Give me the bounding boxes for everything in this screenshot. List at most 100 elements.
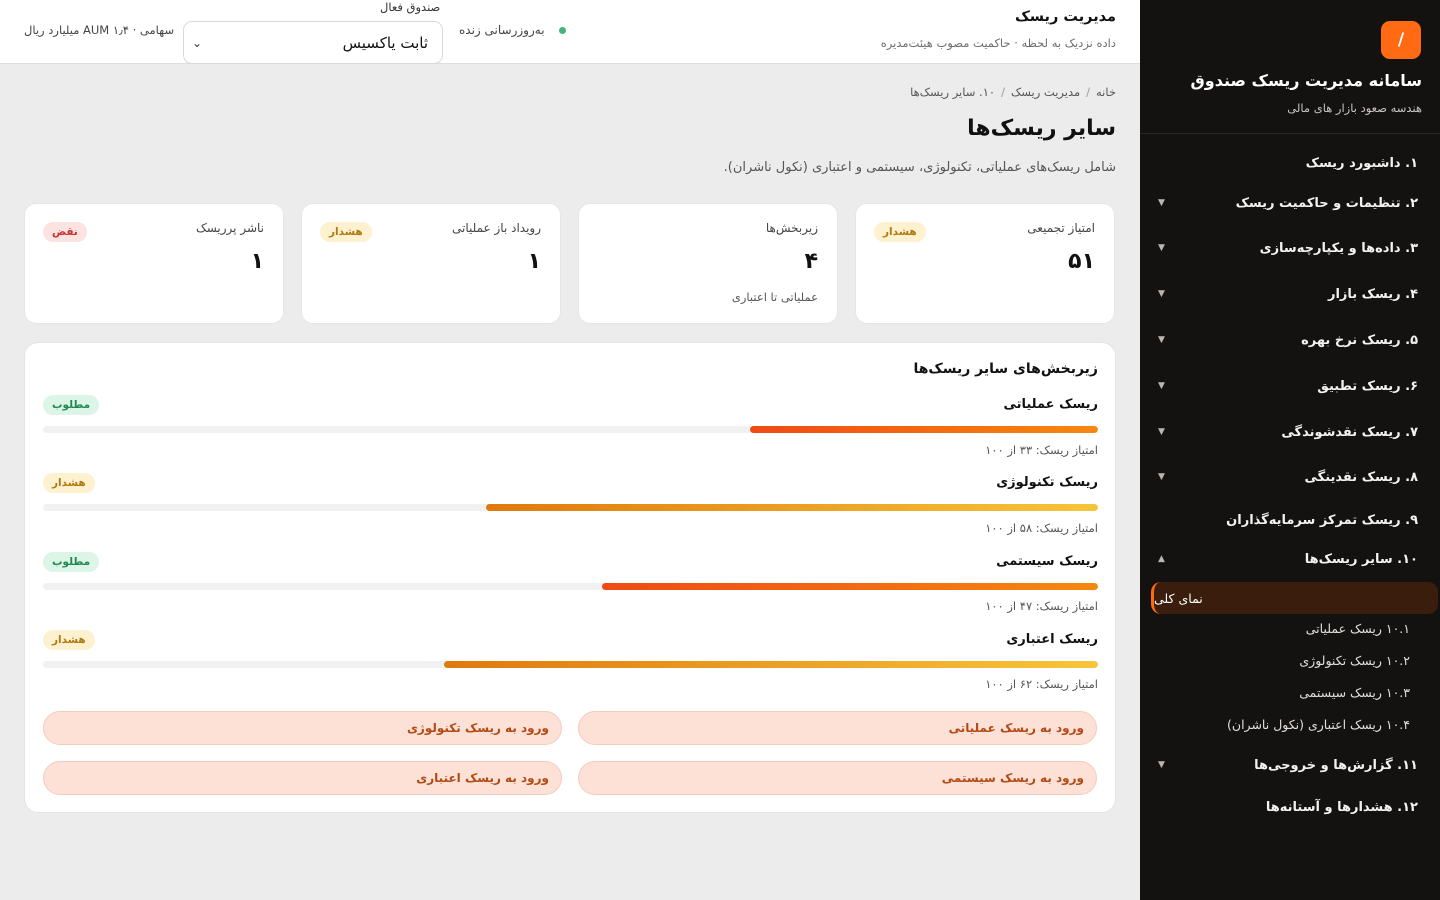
risk-score-bar: [43, 583, 1098, 590]
sidebar-item-label: ۷. ریسک نقدشوندگی: [1281, 424, 1418, 440]
chevron-up-icon: ▲: [1158, 554, 1165, 564]
kpi-value: ۱: [527, 249, 541, 274]
sidebar-subitem-label: نمای کلی: [1154, 590, 1203, 606]
page-description: شامل ریسک‌های عملیاتی، تکنولوژی، سیستمی …: [723, 160, 1116, 175]
kpi-value: ۵۱: [1068, 249, 1095, 274]
status-badge: مطلوب: [43, 395, 100, 415]
sidebar-item-interest-rate-risk[interactable]: ۵. ریسک نرخ بهره ▼: [1158, 325, 1418, 355]
fund-select-label: صندوق فعال: [380, 0, 441, 14]
breadcrumb-home[interactable]: خانه: [1096, 85, 1116, 99]
enter-credit-risk-button[interactable]: ورود به ریسک اعتباری: [43, 761, 562, 795]
risk-name: ریسک تکنولوژی: [996, 475, 1098, 490]
risk-score-bar: [43, 661, 1098, 668]
kpi-card-risky-issuer: ناشر پرریسک ۱ نقض: [24, 203, 284, 324]
chevron-down-icon: ▼: [1158, 760, 1165, 770]
aum-info: سهامی · AUM ۱٫۴ میلیارد ریال: [24, 23, 175, 37]
kpi-label: زیربخش‌ها: [765, 221, 818, 235]
app-subtitle: هندسه صعود بازار های مالی: [1287, 101, 1422, 115]
sidebar-item-liquidity-risk[interactable]: ۸. ریسک نقدینگی ▼: [1158, 462, 1418, 492]
chevron-down-icon: ▼: [1158, 381, 1165, 391]
subsections-panel: زیربخش‌های سایر ریسک‌ها ریسک عملیاتی مطل…: [24, 342, 1116, 813]
risk-name: ریسک اعتباری: [1006, 632, 1098, 647]
sidebar-item-label: ۵. ریسک نرخ بهره: [1301, 332, 1418, 348]
risk-score-bar: [43, 426, 1098, 433]
sidebar-item-label: ۱. داشبورد ریسک: [1305, 155, 1418, 171]
sidebar-item-governance[interactable]: ۲. تنظیمات و حاکمیت ریسک ▼: [1158, 188, 1418, 218]
chevron-down-icon: ▼: [1158, 198, 1165, 208]
page-title: سایر ریسک‌ها: [967, 116, 1116, 141]
panel-title: زیربخش‌های سایر ریسک‌ها: [913, 361, 1098, 377]
risk-score-fill: [749, 426, 1098, 433]
status-badge: هشدار: [43, 473, 95, 493]
live-status-dot-icon: [558, 26, 566, 34]
header-title: مدیریت ریسک: [1014, 9, 1116, 25]
sidebar-item-label: ۳. داده‌ها و یکپارچه‌سازی: [1259, 240, 1418, 256]
sidebar-item-label: ۶. ریسک تطبیق: [1317, 378, 1418, 394]
sidebar-subitem-systemic[interactable]: ۱۰.۳ ریسک سیستمی: [1299, 685, 1410, 700]
breadcrumb: خانه / مدیریت ریسک / ۱۰. سایر ریسک‌ها: [910, 85, 1116, 99]
breadcrumb-section[interactable]: مدیریت ریسک: [1011, 85, 1080, 99]
kpi-value: ۱: [250, 249, 264, 274]
risk-name: ریسک سیستمی: [996, 554, 1098, 569]
status-badge: هشدار: [43, 630, 95, 650]
sidebar-item-label: ۱۲. هشدارها و آستانه‌ها: [1265, 799, 1418, 815]
fund-select-value: ثابت یاکسیس: [342, 33, 428, 52]
sidebar-item-alerts[interactable]: ۱۲. هشدارها و آستانه‌ها: [1158, 792, 1418, 822]
sidebar-item-label: ۹. ریسک تمرکز سرمایه‌گذاران: [1226, 512, 1418, 528]
kpi-label: امتیاز تجمیعی: [1027, 221, 1095, 235]
enter-systemic-risk-button[interactable]: ورود به ریسک سیستمی: [578, 761, 1097, 795]
app-logo: /: [1381, 21, 1421, 59]
sidebar-item-label: ۱۰. سایر ریسک‌ها: [1304, 551, 1418, 567]
sidebar-item-compliance-risk[interactable]: ۶. ریسک تطبیق ▼: [1158, 371, 1418, 401]
breadcrumb-current: ۱۰. سایر ریسک‌ها: [910, 85, 996, 99]
sidebar-subitem-technology[interactable]: ۱۰.۲ ریسک تکنولوژی: [1299, 653, 1410, 668]
sidebar-subitem-operational[interactable]: ۱۰.۱ ریسک عملیاتی: [1306, 621, 1410, 636]
risk-score-text: امتیاز ریسک: ۳۳ از ۱۰۰: [985, 443, 1098, 457]
top-header: مدیریت ریسک داده نزدیک به لحظه · حاکمیت …: [0, 0, 1140, 64]
chevron-down-icon: ▼: [1158, 243, 1165, 253]
live-update-label: به‌روزرسانی زنده: [459, 23, 545, 37]
fund-select[interactable]: ⌄ ثابت یاکسیس: [183, 21, 443, 64]
enter-technology-risk-button[interactable]: ورود به ریسک تکنولوژی: [43, 711, 562, 745]
enter-operational-risk-button[interactable]: ورود به ریسک عملیاتی: [578, 711, 1097, 745]
risk-score-fill: [602, 583, 1098, 590]
risk-score-text: امتیاز ریسک: ۶۲ از ۱۰۰: [985, 677, 1098, 691]
live-update-indicator: به‌روزرسانی زنده: [459, 23, 566, 37]
status-badge: مطلوب: [43, 552, 100, 572]
breadcrumb-separator: /: [1086, 85, 1091, 99]
risk-score-fill: [486, 504, 1098, 511]
app-title: سامانه مدیریت ریسک صندوق: [1190, 71, 1423, 90]
sidebar-item-label: ۸. ریسک نقدینگی: [1304, 469, 1418, 485]
kpi-card-aggregate-score: امتیاز تجمیعی ۵۱ هشدار: [855, 203, 1115, 324]
risk-score-text: امتیاز ریسک: ۴۷ از ۱۰۰: [985, 599, 1098, 613]
kpi-value: ۴: [804, 249, 818, 274]
chevron-down-icon: ▼: [1158, 289, 1165, 299]
kpi-label: ناشر پرریسک: [195, 221, 264, 235]
status-badge: نقض: [43, 222, 87, 242]
sidebar-subitem-overview[interactable]: نمای کلی: [1151, 582, 1438, 614]
sidebar-item-marketability-risk[interactable]: ۷. ریسک نقدشوندگی ▼: [1158, 417, 1418, 447]
sidebar-item-label: ۱۱. گزارش‌ها و خروجی‌ها: [1254, 757, 1418, 773]
header-subtitle: داده نزدیک به لحظه · حاکمیت مصوب هیئت‌مد…: [880, 36, 1116, 50]
sidebar: / سامانه مدیریت ریسک صندوق هندسه صعود با…: [1140, 0, 1440, 900]
breadcrumb-separator: /: [1001, 85, 1005, 99]
sidebar-item-concentration-risk[interactable]: ۹. ریسک تمرکز سرمایه‌گذاران: [1158, 505, 1418, 535]
sidebar-item-market-risk[interactable]: ۴. ریسک بازار ▼: [1158, 279, 1418, 309]
chevron-down-icon: ▼: [1158, 472, 1165, 482]
status-badge: هشدار: [320, 222, 372, 242]
sidebar-item-other-risks[interactable]: ۱۰. سایر ریسک‌ها ▲: [1158, 544, 1418, 574]
kpi-card-subsections: زیربخش‌ها ۴ عملیاتی تا اعتباری: [578, 203, 838, 324]
risk-score-bar: [43, 504, 1098, 511]
kpi-label: رویداد باز عملیاتی: [451, 221, 541, 235]
chevron-down-icon: ▼: [1158, 427, 1165, 437]
risk-score-text: امتیاز ریسک: ۵۸ از ۱۰۰: [985, 521, 1098, 535]
status-badge: هشدار: [874, 222, 926, 242]
sidebar-brand: / سامانه مدیریت ریسک صندوق هندسه صعود با…: [1140, 0, 1440, 134]
sidebar-item-label: ۲. تنظیمات و حاکمیت ریسک: [1235, 195, 1418, 211]
sidebar-item-dashboard[interactable]: ۱. داشبورد ریسک: [1158, 148, 1418, 178]
sidebar-item-data[interactable]: ۳. داده‌ها و یکپارچه‌سازی ▼: [1158, 233, 1418, 263]
risk-score-fill: [443, 661, 1098, 668]
sidebar-item-reports[interactable]: ۱۱. گزارش‌ها و خروجی‌ها ▼: [1158, 750, 1418, 780]
chevron-down-icon: ⌄: [192, 35, 203, 50]
sidebar-subitem-credit[interactable]: ۱۰.۴ ریسک اعتباری (نکول ناشران): [1227, 717, 1410, 732]
